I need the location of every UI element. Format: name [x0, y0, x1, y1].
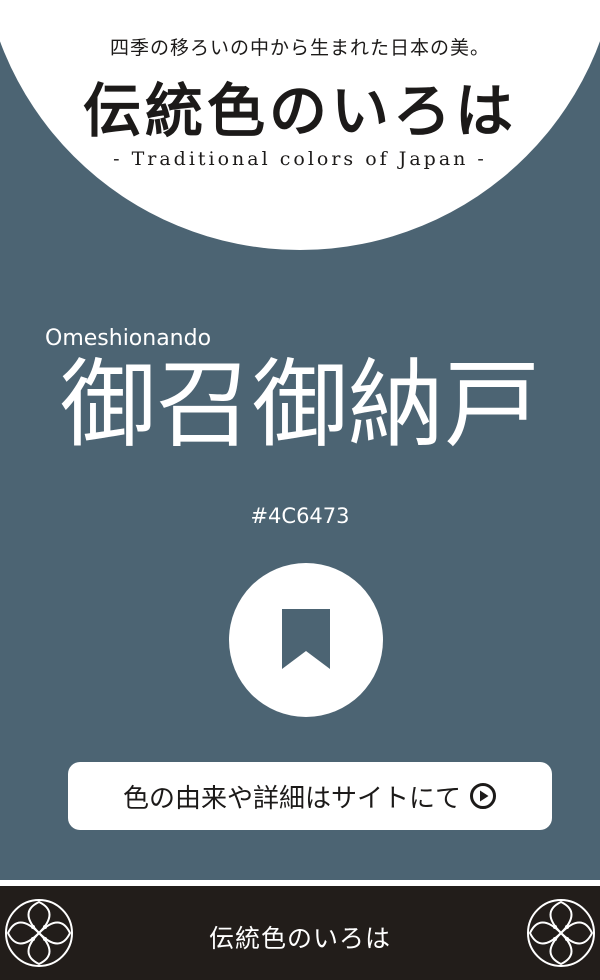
footer: 伝統色のいろは — [0, 880, 600, 980]
color-hex-code: #4C6473 — [250, 504, 350, 528]
header-subtitle: - Traditional colors of Japan - — [113, 148, 487, 170]
bookmark-icon — [282, 609, 330, 669]
details-link-button[interactable]: 色の由来や詳細はサイトにて — [68, 762, 552, 830]
color-name-kanji: 御召御納戸 — [60, 349, 540, 461]
header-tagline: 四季の移ろいの中から生まれた日本の美。 — [109, 37, 490, 59]
circle-flower-ornament-icon — [527, 899, 595, 967]
footer-title[interactable]: 伝統色のいろは — [0, 919, 600, 955]
play-circle-icon — [470, 783, 496, 809]
color-name-romaji: Omeshionando — [45, 326, 212, 351]
bookmark-button[interactable] — [229, 563, 383, 717]
site-logo-title[interactable]: 伝統色のいろは — [0, 64, 600, 148]
details-link-label: 色の由来や詳細はサイトにて — [122, 783, 461, 814]
